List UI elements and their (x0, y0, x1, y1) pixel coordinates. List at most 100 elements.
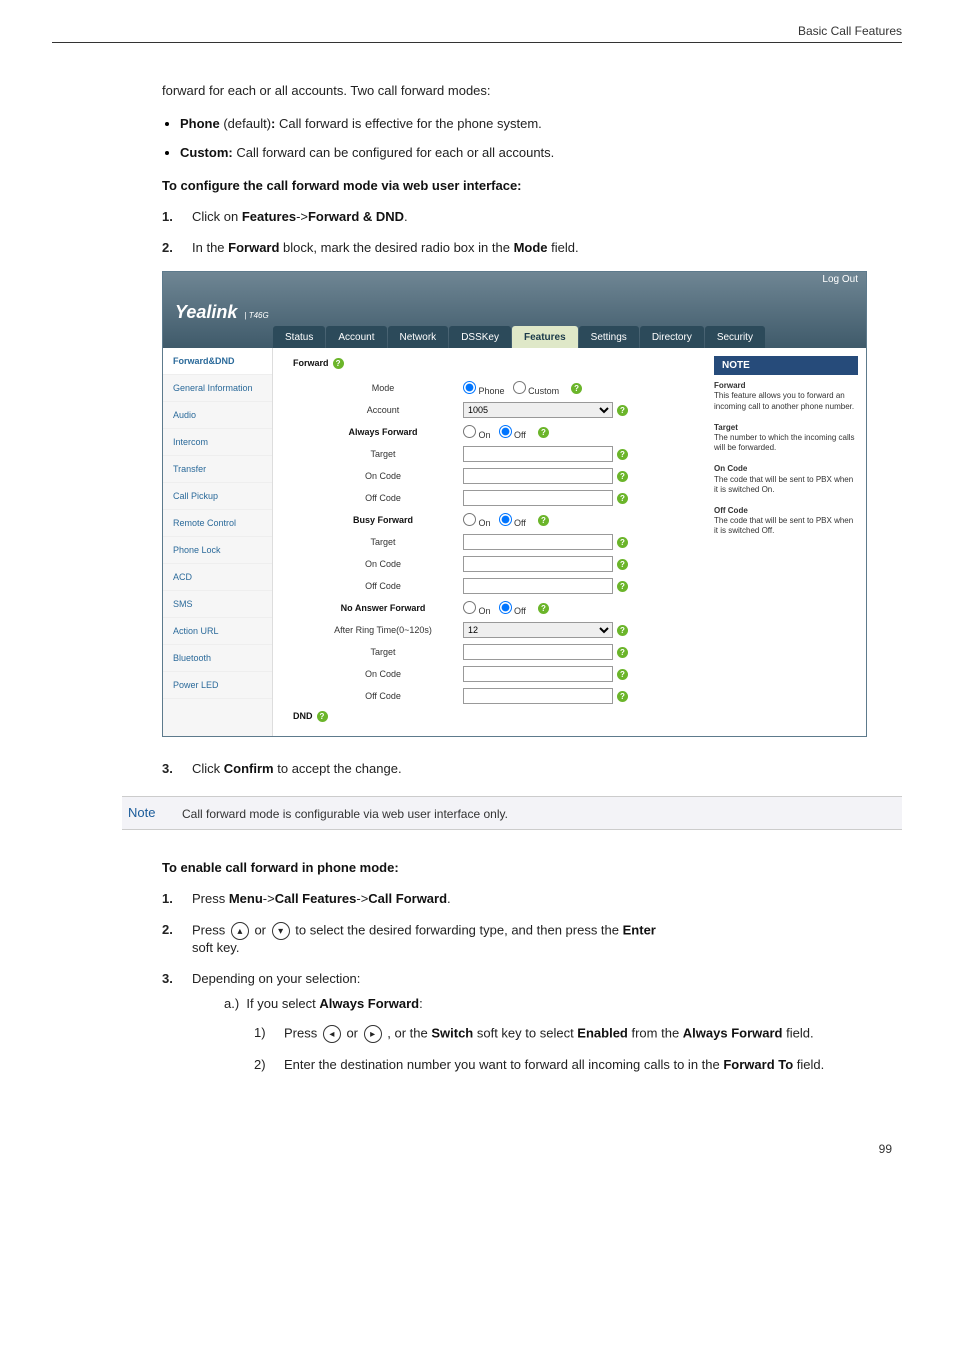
af-offcode-input[interactable] (463, 490, 613, 506)
help-icon[interactable]: ? (538, 603, 549, 614)
help-icon[interactable]: ? (317, 711, 328, 722)
nf-on[interactable]: On (463, 601, 491, 616)
form-area: Forward? Mode Phone Custom ? Account1005… (273, 348, 706, 736)
sidebar-item-audio[interactable]: Audio (163, 402, 272, 429)
help-icon[interactable]: ? (617, 471, 628, 482)
help-icon[interactable]: ? (333, 358, 344, 369)
sidebar: Forward&DND General Information Audio In… (163, 348, 273, 736)
nf-off[interactable]: Off (499, 601, 526, 616)
label-mode: Mode (303, 383, 463, 393)
page-header-section: Basic Call Features (798, 24, 902, 38)
configure-step-3: Click Confirm to accept the change. (162, 761, 892, 776)
bullet-rest: Call forward is effective for the phone … (275, 116, 541, 131)
page-number: 99 (879, 1142, 892, 1156)
configure-title: To configure the call forward mode via w… (162, 178, 892, 193)
tab-status[interactable]: Status (273, 326, 325, 348)
nf-target-input[interactable] (463, 644, 613, 660)
sidebar-item-bluetooth[interactable]: Bluetooth (163, 645, 272, 672)
help-icon[interactable]: ? (617, 625, 628, 636)
enable-step-3a: a.) If you select Always Forward: (224, 996, 824, 1011)
nf-offcode-input[interactable] (463, 688, 613, 704)
help-icon[interactable]: ? (617, 691, 628, 702)
nf-oncode-input[interactable] (463, 666, 613, 682)
help-icon[interactable]: ? (617, 559, 628, 570)
bf-off[interactable]: Off (499, 513, 526, 528)
mode-radio-custom[interactable]: Custom (513, 381, 560, 396)
sidebar-item-powerled[interactable]: Power LED (163, 672, 272, 699)
af-on[interactable]: On (463, 425, 491, 440)
bullet-bold: Phone (180, 116, 220, 131)
help-icon[interactable]: ? (538, 427, 549, 438)
bullet-rest: Call forward can be configured for each … (233, 145, 555, 160)
tab-account[interactable]: Account (326, 326, 386, 348)
brand-logo: Yealink | T46G (175, 302, 269, 323)
note-forward-h: Forward (714, 381, 746, 390)
af-off[interactable]: Off (499, 425, 526, 440)
sidebar-item-intercom[interactable]: Intercom (163, 429, 272, 456)
bf-on[interactable]: On (463, 513, 491, 528)
configure-step-1: Click on Features->Forward & DND. (162, 209, 892, 224)
help-icon[interactable]: ? (617, 647, 628, 658)
bullet-bold: Custom: (180, 145, 233, 160)
af-oncode-input[interactable] (463, 468, 613, 484)
tab-security[interactable]: Security (705, 326, 765, 348)
help-icon[interactable]: ? (617, 669, 628, 680)
help-icon[interactable]: ? (617, 405, 628, 416)
label-target: Target (303, 449, 463, 459)
note-callout-label: Note (122, 805, 182, 820)
sidebar-item-phonelock[interactable]: Phone Lock (163, 537, 272, 564)
note-callout: Note Call forward mode is configurable v… (122, 796, 902, 830)
mode-radio-group: Phone Custom ? (463, 381, 633, 396)
tab-features[interactable]: Features (512, 326, 578, 348)
label-busy-forward: Busy Forward (303, 515, 463, 525)
intro-bullet: Phone (default): Call forward is effecti… (180, 116, 892, 131)
sidebar-item-general[interactable]: General Information (163, 375, 272, 402)
enable-step-1: Press Menu->Call Features->Call Forward. (162, 891, 892, 906)
label-account: Account (303, 405, 463, 415)
after-ring-select[interactable]: 12 (463, 622, 613, 638)
help-icon[interactable]: ? (538, 515, 549, 526)
sidebar-item-forward-dnd[interactable]: Forward&DND (163, 348, 272, 375)
note-offcode-t: The code that will be sent to PBX when i… (714, 516, 853, 535)
help-icon[interactable]: ? (617, 449, 628, 460)
note-callout-body: Call forward mode is configurable via we… (182, 805, 892, 821)
left-key-icon: ◂ (323, 1025, 341, 1043)
bullet-suffix: (default) (220, 116, 271, 131)
help-icon[interactable]: ? (617, 493, 628, 504)
sidebar-item-callpickup[interactable]: Call Pickup (163, 483, 272, 510)
enable-step-3: Depending on your selection: a.) If you … (162, 971, 892, 1086)
help-icon[interactable]: ? (617, 581, 628, 592)
sidebar-item-acd[interactable]: ACD (163, 564, 272, 591)
bf-offcode-input[interactable] (463, 578, 613, 594)
label-oncode: On Code (303, 471, 463, 481)
down-key-icon: ▾ (272, 922, 290, 940)
configure-step-2: In the Forward block, mark the desired r… (162, 240, 892, 255)
sidebar-item-actionurl[interactable]: Action URL (163, 618, 272, 645)
help-icon[interactable]: ? (617, 537, 628, 548)
up-key-icon: ▴ (231, 922, 249, 940)
bf-target-input[interactable] (463, 534, 613, 550)
sidebar-item-remote[interactable]: Remote Control (163, 510, 272, 537)
label-always-forward: Always Forward (303, 427, 463, 437)
sidebar-item-transfer[interactable]: Transfer (163, 456, 272, 483)
tab-dsskey[interactable]: DSSKey (449, 326, 511, 348)
note-target-h: Target (714, 423, 738, 432)
web-ui-header: Log Out Yealink | T46G Status Account Ne… (163, 272, 866, 348)
sidebar-item-sms[interactable]: SMS (163, 591, 272, 618)
logout-link[interactable]: Log Out (822, 274, 858, 285)
tab-directory[interactable]: Directory (640, 326, 704, 348)
group-dnd: DND? (293, 711, 702, 722)
account-select[interactable]: 1005 (463, 402, 613, 418)
bf-oncode-input[interactable] (463, 556, 613, 572)
note-title: NOTE (714, 356, 858, 375)
af-target-input[interactable] (463, 446, 613, 462)
note-oncode-h: On Code (714, 464, 747, 473)
mode-radio-phone[interactable]: Phone (463, 381, 505, 396)
note-panel: NOTE Forward This feature allows you to … (706, 348, 866, 736)
help-icon[interactable]: ? (571, 383, 582, 394)
tab-settings[interactable]: Settings (579, 326, 639, 348)
tab-network[interactable]: Network (388, 326, 449, 348)
note-target-t: The number to which the incoming calls w… (714, 433, 855, 452)
group-forward: Forward? (293, 358, 702, 369)
intro-lead: forward for each or all accounts. Two ca… (162, 83, 892, 98)
